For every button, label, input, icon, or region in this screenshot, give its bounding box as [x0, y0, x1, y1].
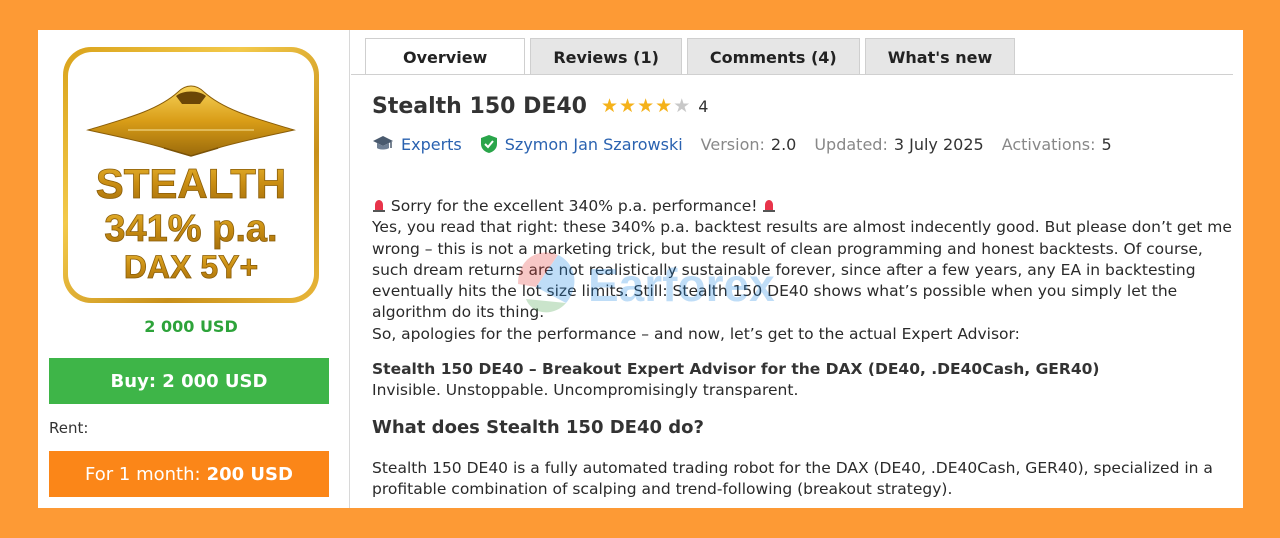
description-subtitle: Stealth 150 DE40 – Breakout Expert Advis… [372, 360, 1100, 379]
star-empty-icon: ★ [673, 95, 691, 117]
activations-label: Activations: [1001, 134, 1096, 154]
description-paragraph: Yes, you read that right: these 340% p.a… [372, 218, 1232, 322]
product-meta: Experts Szymon Jan Szarowski Version: 2.… [372, 134, 1130, 154]
description-paragraph: So, apologies for the performance – and … [372, 324, 1020, 343]
product-tabs: Overview Reviews (1) Comments (4) What's… [365, 38, 1016, 75]
activations-info: Activations: 5 [1002, 135, 1112, 154]
updated-value: 3 July 2025 [893, 134, 984, 154]
description-paragraph: Stealth 150 DE40 is a fully automated tr… [372, 458, 1213, 499]
siren-icon [373, 200, 385, 212]
category-link[interactable]: Experts [372, 135, 462, 154]
product-description: Sorry for the excellent 340% p.a. perfor… [372, 196, 1238, 501]
tab-comments[interactable]: Comments (4) [686, 38, 860, 75]
author-link[interactable]: Szymon Jan Szarowski [480, 134, 683, 154]
section-heading: What does Stealth 150 DE40 do? [372, 416, 704, 438]
star-icon: ★ [637, 95, 655, 117]
product-card: STEALTH 341% p.a. DAX 5Y+ 2 000 USD Buy:… [38, 30, 1243, 508]
activations-value: 5 [1101, 134, 1112, 154]
tab-reviews[interactable]: Reviews (1) [530, 38, 682, 75]
version-info: Version: 2.0 [701, 135, 797, 154]
rent-price: 200 USD [206, 463, 293, 485]
product-title-row: Stealth 150 DE40 ★ ★ ★ ★ ★ 4 [372, 94, 708, 119]
updated-label: Updated: [814, 134, 888, 154]
rent-period-label: For 1 month: [85, 463, 201, 485]
updated-info: Updated: 3 July 2025 [814, 135, 983, 154]
siren-icon [763, 200, 776, 212]
rating-value: 4 [698, 97, 709, 116]
rating-stars: ★ ★ ★ ★ ★ [601, 97, 690, 116]
rent-label: Rent: [49, 419, 89, 437]
product-price: 2 000 USD [144, 317, 238, 336]
product-logo-image: STEALTH 341% p.a. DAX 5Y+ [63, 47, 319, 303]
author-name: Szymon Jan Szarowski [504, 134, 683, 154]
star-icon: ★ [619, 95, 637, 117]
version-label: Version: [700, 134, 765, 154]
tab-whats-new[interactable]: What's new [864, 38, 1016, 75]
category-label: Experts [401, 134, 462, 154]
logo-text-line2: 341% p.a. [104, 208, 277, 250]
description-tagline: Invisible. Unstoppable. Uncompromisingly… [372, 381, 799, 400]
graduation-cap-icon [372, 135, 394, 153]
star-icon: ★ [601, 95, 619, 117]
purchase-sidebar: STEALTH 341% p.a. DAX 5Y+ 2 000 USD Buy:… [38, 30, 350, 508]
logo-text-line3: DAX 5Y+ [124, 249, 258, 285]
logo-text-line1: STEALTH [96, 160, 287, 207]
buy-button[interactable]: Buy: 2 000 USD [49, 358, 329, 404]
product-title: Stealth 150 DE40 [372, 94, 587, 119]
star-icon: ★ [655, 95, 673, 117]
apology-line: Sorry for the excellent 340% p.a. perfor… [372, 196, 1238, 217]
apology-text: Sorry for the excellent 340% p.a. perfor… [386, 197, 763, 215]
tabs-divider [351, 74, 1233, 75]
version-value: 2.0 [770, 134, 797, 154]
tab-overview[interactable]: Overview [365, 38, 526, 75]
verified-shield-icon [480, 134, 498, 154]
stealth-ship-logo: STEALTH 341% p.a. DAX 5Y+ [86, 85, 296, 285]
rent-1-month-button[interactable]: For 1 month: 200 USD [49, 451, 329, 497]
